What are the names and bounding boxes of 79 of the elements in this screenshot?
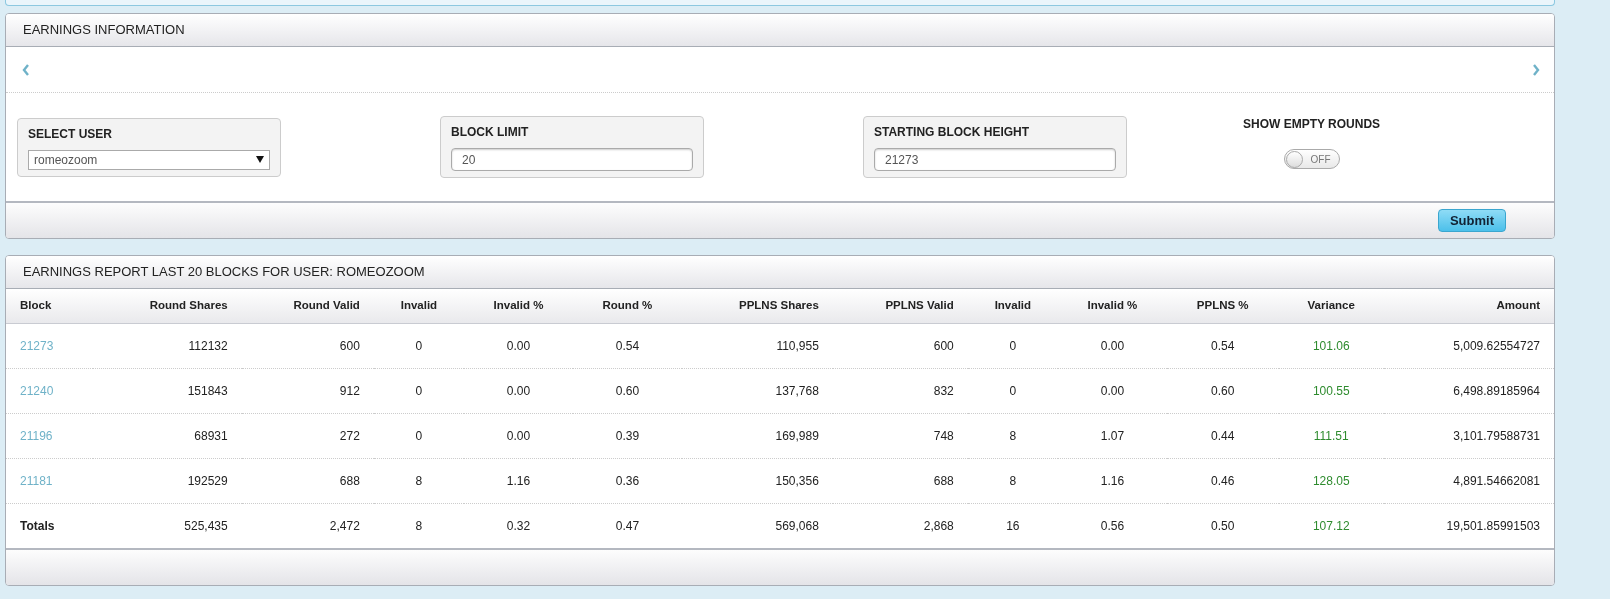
table-cell: 0.47 [573, 503, 682, 548]
table-cell: 0.36 [573, 458, 682, 503]
table-cell: 1.16 [1057, 458, 1167, 503]
table-cell: 101.06 [1278, 323, 1384, 368]
panel-title: EARNINGS REPORT LAST 20 BLOCKS FOR USER: ROMEOZOOM [23, 263, 425, 282]
table-cell: 0.54 [1166, 323, 1279, 368]
table-cell: 19,501.85991503 [1383, 503, 1554, 548]
table-cell: 600 [832, 323, 968, 368]
block-link[interactable]: 21240 [20, 383, 54, 398]
table-cell: 0 [373, 323, 465, 368]
table-cell: 8 [967, 413, 1058, 458]
table-cell: 128.05 [1278, 458, 1384, 503]
user-select[interactable]: romeozoom [28, 149, 270, 170]
table-cell: 0.46 [1166, 458, 1279, 503]
table-cell: 110,955 [681, 323, 833, 368]
table-cell: 3,101.79588731 [1383, 413, 1554, 458]
table-cell: 107.12 [1278, 503, 1384, 548]
table-cell: 0 [373, 368, 465, 413]
chevron-left-icon[interactable] [22, 63, 30, 76]
chevron-right-icon[interactable] [1532, 63, 1540, 76]
table-cell: 688 [241, 458, 374, 503]
table-cell: 1.16 [464, 458, 573, 503]
table-cell: 0.39 [573, 413, 682, 458]
table-cell: 0.00 [464, 368, 573, 413]
table-cell: 2,472 [241, 503, 374, 548]
toggle-label: SHOW EMPTY ROUNDS [1243, 116, 1381, 133]
table-cell: 0 [967, 323, 1058, 368]
table-cell: 912 [241, 368, 374, 413]
table-cell: 272 [241, 413, 374, 458]
table-cell: 0 [967, 368, 1058, 413]
table-cell: 0.00 [1057, 368, 1167, 413]
table-cell: 169,989 [681, 413, 833, 458]
table-cell: 8 [967, 458, 1058, 503]
table-cell: 150,356 [681, 458, 833, 503]
table-cell: 688 [832, 458, 968, 503]
table-cell: 0.00 [464, 413, 573, 458]
table-cell: 748 [832, 413, 968, 458]
field-label: STARTING BLOCK HEIGHT [874, 124, 1030, 141]
table-cell: 137,768 [681, 368, 833, 413]
table-cell: 68931 [93, 413, 242, 458]
table-cell: 1.07 [1057, 413, 1167, 458]
table-cell: 0 [373, 413, 465, 458]
table-cell: Totals [6, 503, 94, 548]
text-input[interactable]: 21273 [874, 148, 1116, 171]
panel-title: EARNINGS INFORMATION [23, 21, 185, 40]
table-cell: 111.51 [1278, 413, 1384, 458]
dropdown-arrow-icon [256, 156, 264, 163]
table-cell: 0.56 [1057, 503, 1167, 548]
table-cell: 0.60 [1166, 368, 1279, 413]
table-cell: 8 [373, 503, 465, 548]
table-cell: 0.00 [1057, 323, 1167, 368]
table-cell: 0.32 [464, 503, 573, 548]
block-link[interactable]: 21196 [20, 428, 53, 443]
table-cell: 832 [832, 368, 968, 413]
table-cell: 0.44 [1166, 413, 1279, 458]
block-link[interactable]: 21181 [20, 473, 53, 488]
table-cell: 16 [967, 503, 1058, 548]
table-cell: 8 [373, 458, 465, 503]
table-cell: 151843 [93, 368, 242, 413]
table-cell: 100.55 [1278, 368, 1384, 413]
toggle-switch[interactable]: OFF [1283, 149, 1340, 169]
table-cell: 4,891.54662081 [1383, 458, 1554, 503]
table-cell: 192529 [93, 458, 242, 503]
table-cell: 0.54 [573, 323, 682, 368]
table-cell: 112132 [93, 323, 242, 368]
text-input[interactable]: 20 [451, 148, 693, 171]
table-cell: 600 [241, 323, 374, 368]
table-cell: 0.00 [464, 323, 573, 368]
table-cell: 525,435 [93, 503, 242, 548]
field-label: SELECT USER [28, 125, 112, 143]
table-cell: 0.60 [573, 368, 682, 413]
table-cell: 569,068 [681, 503, 833, 548]
block-link[interactable]: 21273 [20, 338, 54, 353]
submit-button[interactable]: Submit [1437, 208, 1506, 233]
table-cell: 0.50 [1166, 503, 1279, 548]
field-label: BLOCK LIMIT [451, 124, 529, 141]
table-cell: 5,009.62554727 [1383, 323, 1554, 368]
table-cell: 6,498.89185964 [1383, 368, 1554, 413]
table-cell: 2,868 [832, 503, 968, 548]
